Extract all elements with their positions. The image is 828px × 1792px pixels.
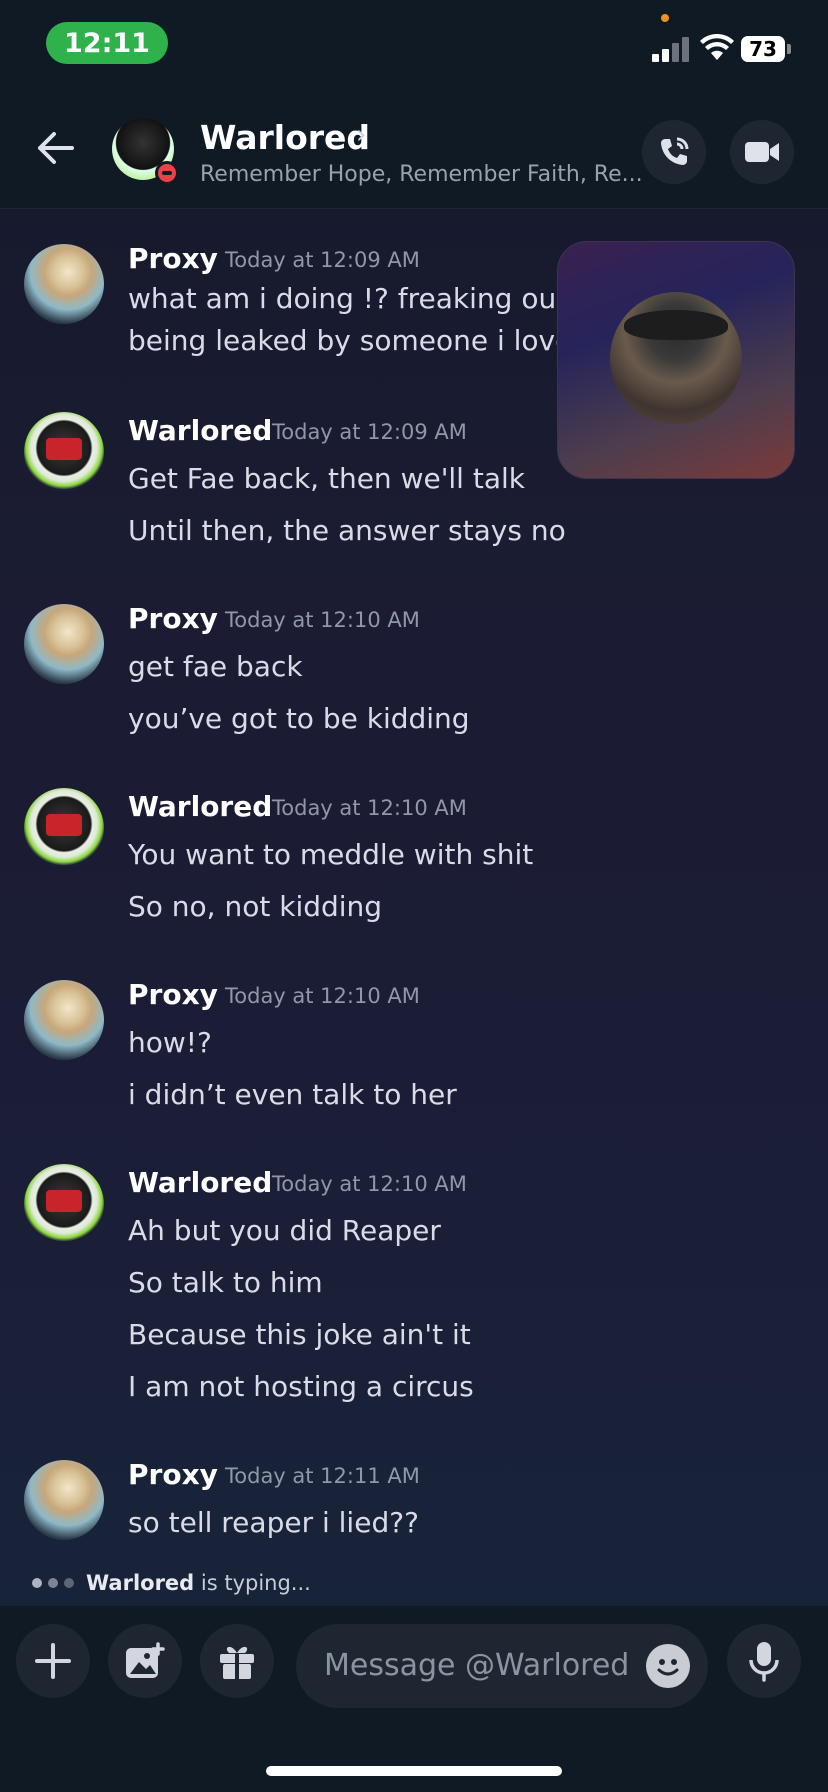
logo-mark xyxy=(46,814,82,836)
video-call-button[interactable] xyxy=(730,120,794,184)
image-button[interactable] xyxy=(108,1624,182,1698)
message-text: Because this joke ain't it xyxy=(128,1318,471,1351)
message-author[interactable]: Proxy xyxy=(128,242,218,275)
plus-icon xyxy=(35,1643,71,1679)
message-author[interactable]: Proxy xyxy=(128,978,218,1011)
caller-avatar xyxy=(610,292,742,424)
gift-icon xyxy=(220,1646,254,1679)
cowboy-hat-shape xyxy=(624,310,728,340)
typing-text: is typing... xyxy=(194,1571,311,1595)
message-input[interactable]: Message @Warlored xyxy=(296,1624,708,1708)
message-timestamp: Today at 12:10 AM xyxy=(272,1172,467,1196)
message-author[interactable]: Warlored xyxy=(128,1166,272,1199)
typing-dot-icon xyxy=(32,1578,42,1588)
privacy-indicator xyxy=(661,14,669,22)
message-text: So no, not kidding xyxy=(128,890,383,923)
message-text: You want to meddle with shit xyxy=(128,838,534,871)
message-text: how!? xyxy=(128,1026,212,1059)
avatar[interactable] xyxy=(24,980,104,1060)
battery-indicator: 73 xyxy=(741,36,791,62)
typing-user: Warlored xyxy=(86,1571,195,1595)
message-timestamp: Today at 12:10 AM xyxy=(272,796,467,820)
gift-button[interactable] xyxy=(200,1624,274,1698)
status-bar: 12:11 73 xyxy=(0,0,828,90)
call-pip-window[interactable] xyxy=(557,241,795,479)
voice-message-button[interactable] xyxy=(727,1624,801,1698)
message-composer: Message @Warlored xyxy=(0,1606,828,1792)
dnd-status-icon xyxy=(155,161,179,185)
phone-call-icon xyxy=(661,137,689,165)
logo-mark xyxy=(46,438,82,460)
message-timestamp: Today at 12:10 AM xyxy=(225,984,420,1008)
message-text: so tell reaper i lied?? xyxy=(128,1506,419,1539)
avatar[interactable] xyxy=(24,412,104,492)
message-timestamp: Today at 12:09 AM xyxy=(225,248,420,272)
chevron-right-icon[interactable]: › xyxy=(356,120,366,150)
avatar[interactable] xyxy=(24,604,104,684)
voice-call-button[interactable] xyxy=(642,120,706,184)
back-arrow-icon[interactable] xyxy=(36,130,76,166)
header-title[interactable]: Warlored xyxy=(200,118,370,157)
add-attachment-button[interactable] xyxy=(16,1624,90,1698)
typing-dot-icon xyxy=(48,1578,58,1588)
message-author[interactable]: Warlored xyxy=(128,414,272,447)
message-author[interactable]: Proxy xyxy=(128,602,218,635)
message-timestamp: Today at 12:11 AM xyxy=(225,1464,420,1488)
message-text: you’ve got to be kidding xyxy=(128,702,470,735)
message-text: being leaked by someone i loved xyxy=(128,324,591,357)
microphone-icon xyxy=(749,1642,779,1682)
avatar[interactable] xyxy=(24,1164,104,1244)
message-text: Ah but you did Reaper xyxy=(128,1214,441,1247)
home-indicator[interactable] xyxy=(266,1766,562,1776)
message-author[interactable]: Proxy xyxy=(128,1458,218,1491)
message-text: get fae back xyxy=(128,650,303,683)
dm-header: Warlored › Remember Hope, Remember Faith… xyxy=(0,90,828,209)
typing-dot-icon xyxy=(64,1578,74,1588)
typing-indicator: Warlored is typing... xyxy=(32,1571,311,1595)
status-time: 12:11 xyxy=(46,22,168,64)
message-text: i didn’t even talk to her xyxy=(128,1078,457,1111)
message-text: I am not hosting a circus xyxy=(128,1370,474,1403)
message-text: Until then, the answer stays no xyxy=(128,514,566,547)
message-input-placeholder: Message @Warlored xyxy=(324,1648,630,1683)
avatar[interactable] xyxy=(24,788,104,868)
message-author[interactable]: Warlored xyxy=(128,790,272,823)
avatar[interactable] xyxy=(24,1460,104,1540)
message-timestamp: Today at 12:10 AM xyxy=(225,608,420,632)
wifi-icon xyxy=(700,34,734,60)
message-text: Get Fae back, then we'll talk xyxy=(128,462,525,495)
image-icon xyxy=(126,1642,165,1678)
message-text: So talk to him xyxy=(128,1266,323,1299)
emoji-icon[interactable] xyxy=(646,1644,690,1688)
avatar[interactable] xyxy=(24,244,104,324)
video-camera-icon xyxy=(745,142,779,162)
logo-mark xyxy=(46,1190,82,1212)
signal-icon xyxy=(652,36,690,62)
message-timestamp: Today at 12:09 AM xyxy=(272,420,467,444)
header-custom-status: Remember Hope, Remember Faith, Re... xyxy=(200,162,643,187)
message-text: what am i doing !? freaking out b xyxy=(128,282,594,315)
